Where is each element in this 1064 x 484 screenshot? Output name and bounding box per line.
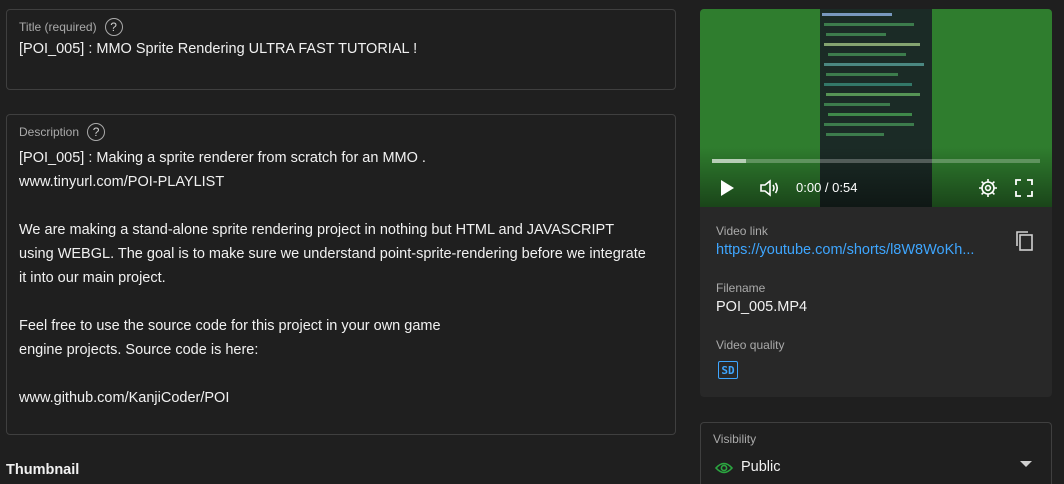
video-progress-bar[interactable] [712, 159, 1040, 163]
video-preview[interactable]: 0:00 / 0:54 [700, 9, 1052, 207]
dropdown-arrow-icon[interactable] [1019, 455, 1033, 473]
video-time: 0:00 / 0:54 [796, 180, 858, 195]
sd-quality-badge: SD [718, 361, 738, 379]
description-line: We are making a stand-alone sprite rende… [19, 222, 615, 238]
description-line: engine projects. Source code is here: [19, 342, 259, 358]
eye-icon [714, 461, 734, 480]
title-field[interactable]: Title (required) ? [POI_005] : MMO Sprit… [6, 9, 676, 90]
visibility-label: Visibility [713, 432, 757, 446]
help-icon[interactable]: ? [104, 18, 123, 36]
description-label: Description [19, 125, 80, 139]
description-line: it into our main project. [19, 270, 166, 286]
visibility-value: Public [741, 459, 781, 475]
title-label-row: Title (required) ? [19, 18, 123, 36]
video-quality-label: Video quality [716, 338, 785, 352]
video-link[interactable]: https://youtube.com/shorts/l8W8WoKh... [716, 242, 992, 258]
thumbnail-heading: Thumbnail [6, 462, 80, 478]
description-field[interactable]: Description ? [POI_005] : Making a sprit… [6, 114, 676, 435]
visibility-dropdown[interactable]: Visibility Public [700, 422, 1052, 484]
play-icon[interactable] [716, 177, 738, 199]
fullscreen-icon[interactable] [1012, 177, 1036, 199]
help-icon[interactable]: ? [87, 123, 106, 141]
title-label: Title (required) [19, 20, 97, 34]
description-line [19, 362, 665, 386]
settings-gear-icon[interactable] [976, 177, 1000, 199]
description-line: Feel free to use the source code for thi… [19, 318, 441, 334]
description-line: www.github.com/KanjiCoder/POI [19, 390, 230, 406]
description-line: [POI_005] : Making a sprite renderer fro… [19, 150, 426, 166]
video-link-label: Video link [716, 224, 768, 238]
title-input[interactable]: [POI_005] : MMO Sprite Rendering ULTRA F… [19, 41, 417, 57]
description-input[interactable]: [POI_005] : Making a sprite renderer fro… [19, 146, 665, 410]
video-progress-played [712, 159, 746, 163]
description-label-row: Description ? [19, 123, 106, 141]
filename-value: POI_005.MP4 [716, 299, 808, 315]
video-details-card: 0:00 / 0:54 Video link https://youtube.c… [700, 9, 1052, 397]
description-line: using WEBGL. The goal is to make sure we… [19, 246, 646, 262]
description-line [19, 194, 665, 218]
volume-icon[interactable] [758, 177, 782, 199]
copy-icon[interactable] [1014, 229, 1036, 253]
filename-label: Filename [716, 281, 766, 295]
description-line [19, 290, 665, 314]
description-line: www.tinyurl.com/POI-PLAYLIST [19, 174, 225, 190]
